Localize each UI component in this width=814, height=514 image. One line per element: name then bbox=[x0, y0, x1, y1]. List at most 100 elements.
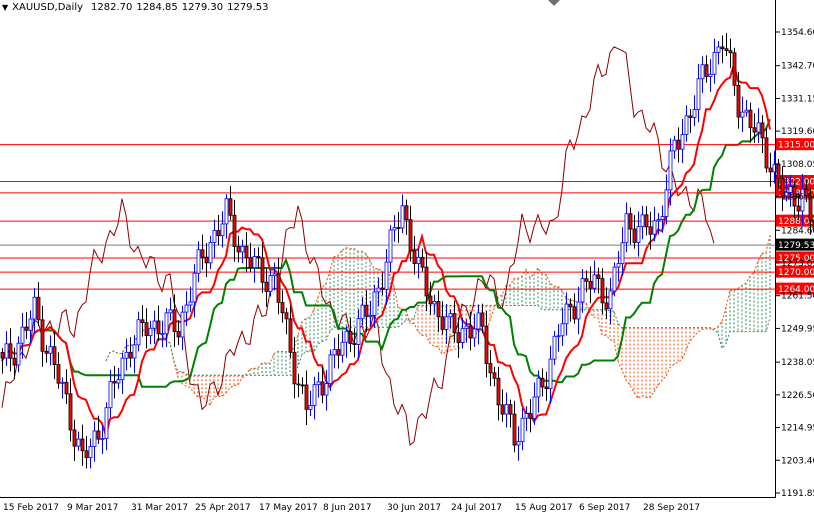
bull-candle bbox=[136, 319, 141, 346]
bear-candle bbox=[276, 273, 281, 303]
bull-candle bbox=[60, 381, 65, 384]
bear-candle bbox=[396, 227, 401, 229]
bull-candle bbox=[740, 111, 745, 118]
bear-candle bbox=[568, 303, 573, 308]
bear-candle bbox=[44, 350, 49, 354]
bear-candle bbox=[764, 137, 769, 169]
bear-candle bbox=[704, 64, 709, 77]
bull-candle bbox=[612, 266, 617, 292]
bear-candle bbox=[508, 404, 513, 415]
bull-candle bbox=[20, 326, 25, 344]
bear-candle bbox=[404, 205, 409, 221]
time-tick-label: 31 Mar 2017 bbox=[131, 503, 188, 513]
bear-candle bbox=[352, 343, 357, 345]
dropdown-arrow-icon[interactable]: ▼ bbox=[2, 3, 8, 12]
price-tick-label: 1261.50 bbox=[781, 292, 814, 302]
price-axis: 1354.60 1342.70 1331.15 1319.60 1308.05 1296.… bbox=[776, 28, 814, 499]
bear-candle bbox=[36, 296, 41, 321]
bear-candle bbox=[56, 364, 61, 384]
price-label: 1315.00 bbox=[778, 141, 814, 151]
bull-candle bbox=[120, 357, 125, 381]
bear-candle bbox=[600, 278, 605, 304]
bear-candle bbox=[216, 230, 221, 237]
bear-candle bbox=[408, 219, 413, 252]
bear-candle bbox=[728, 50, 733, 54]
bull-candle bbox=[356, 318, 361, 345]
bull-candle bbox=[208, 242, 213, 264]
bear-candle bbox=[676, 139, 681, 150]
bear-candle bbox=[760, 122, 765, 139]
bear-candle bbox=[544, 386, 549, 390]
time-tick-label: 24 Jul 2017 bbox=[451, 503, 502, 513]
bull-candle bbox=[756, 122, 761, 133]
price-tick-label: 1331.15 bbox=[781, 94, 814, 104]
chart-title: ▼ XAUUSD,Daily 1282.70 1284.85 1279.30 1279.5… bbox=[2, 2, 273, 13]
bear-candle bbox=[748, 109, 753, 129]
bear-candle bbox=[260, 257, 265, 283]
price-chart[interactable]: 1315.001302.001298.001288.001275.001270.… bbox=[0, 0, 814, 514]
bull-candle bbox=[416, 256, 421, 264]
price-tick-label: 1203.40 bbox=[781, 456, 814, 466]
bear-candle bbox=[480, 312, 485, 327]
bull-candle bbox=[312, 384, 317, 406]
high-value: 1284.85 bbox=[136, 2, 178, 13]
bull-candle bbox=[168, 309, 173, 314]
bear-candle bbox=[8, 343, 13, 359]
bear-candle bbox=[752, 127, 757, 133]
price-tick-label: 1296.50 bbox=[781, 193, 814, 203]
bull-candle bbox=[560, 323, 565, 337]
bull-candle bbox=[524, 413, 529, 419]
bear-candle bbox=[304, 384, 309, 410]
bull-candle bbox=[344, 330, 349, 343]
bull-candle bbox=[196, 249, 201, 274]
bear-candle bbox=[500, 404, 505, 415]
bull-candle bbox=[744, 109, 749, 113]
bull-candle bbox=[660, 216, 665, 220]
bull-candle bbox=[592, 274, 597, 289]
bull-candle bbox=[624, 213, 629, 244]
price-tick-label: 1354.60 bbox=[781, 28, 814, 38]
bull-candle bbox=[132, 344, 137, 359]
bear-candle bbox=[688, 115, 693, 118]
bull-candle bbox=[316, 381, 321, 386]
bear-candle bbox=[628, 213, 633, 230]
bull-candle bbox=[668, 150, 673, 191]
bear-candle bbox=[172, 309, 177, 332]
indicator-lines bbox=[1, 46, 771, 446]
bull-candle bbox=[652, 220, 657, 235]
bull-candle bbox=[328, 354, 333, 384]
bull-candle bbox=[504, 404, 509, 415]
bear-candle bbox=[248, 257, 253, 269]
price-tick-label: 1226.50 bbox=[781, 391, 814, 401]
bear-candle bbox=[720, 46, 725, 50]
bear-candle bbox=[768, 167, 773, 173]
bull-candle bbox=[160, 333, 165, 336]
time-axis: 15 Feb 2017 9 Mar 2017 31 Mar 2017 25 Apr 2… bbox=[3, 503, 700, 513]
close-value: 1279.53 bbox=[227, 2, 269, 13]
bull-candle bbox=[464, 325, 469, 329]
bear-candle bbox=[280, 302, 285, 314]
bull-candle bbox=[16, 342, 21, 366]
bull-candle bbox=[472, 328, 477, 339]
bear-candle bbox=[496, 377, 501, 406]
bear-candle bbox=[0, 351, 5, 359]
bear-candle bbox=[604, 302, 609, 310]
bear-candle bbox=[144, 322, 149, 337]
bear-candle bbox=[588, 280, 593, 289]
bull-candle bbox=[716, 46, 721, 53]
price-tick-label: 1238.05 bbox=[781, 358, 814, 368]
price-label: 1270.00 bbox=[778, 268, 814, 278]
bear-candle bbox=[24, 326, 29, 331]
bear-candle bbox=[452, 313, 457, 334]
bull-candle bbox=[564, 303, 569, 325]
bull-candle bbox=[116, 379, 121, 384]
bull-candle bbox=[372, 291, 377, 316]
bull-candle bbox=[696, 78, 701, 110]
bull-candle bbox=[376, 287, 381, 293]
bear-candle bbox=[96, 430, 101, 440]
bull-candle bbox=[184, 304, 189, 313]
bull-candle bbox=[324, 383, 329, 396]
bear-candle bbox=[428, 295, 433, 305]
bull-candle bbox=[48, 346, 53, 354]
bull-candle bbox=[708, 73, 713, 77]
